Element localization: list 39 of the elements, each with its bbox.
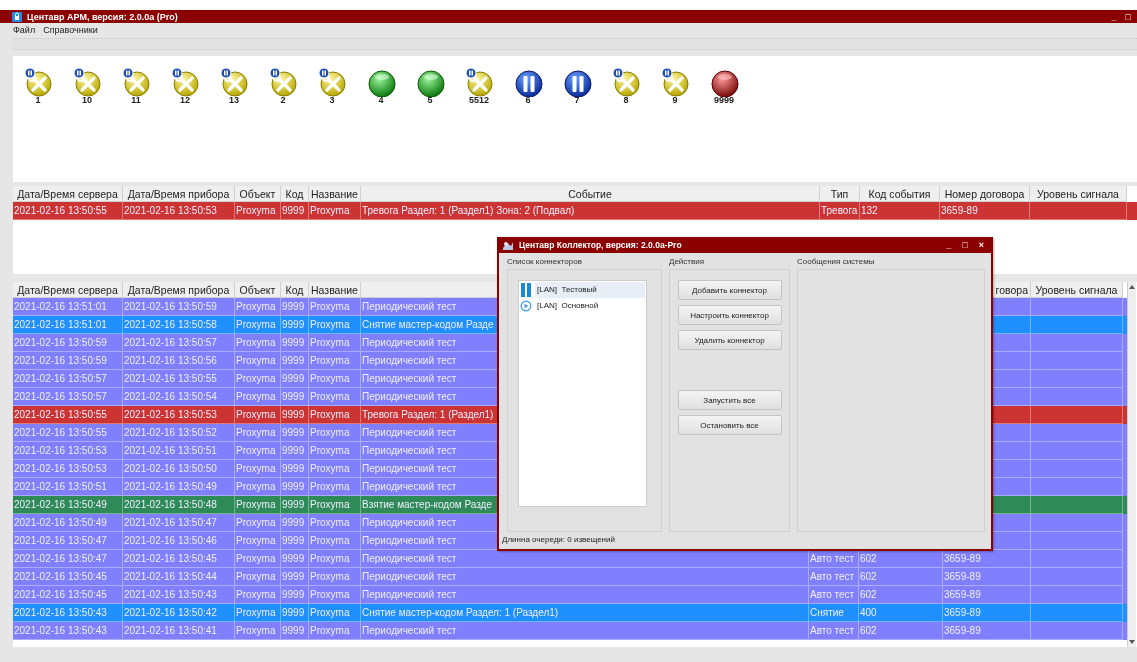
device-label: 10 [82, 95, 92, 105]
window-title: Центавр Коллектор, версия: 2.0.0a-Pro [519, 240, 683, 250]
table-cell: Тревога [820, 202, 860, 220]
table-cell: 2021-02-16 13:50:55 [13, 202, 123, 220]
device-label: 13 [229, 95, 239, 105]
table-cell: 3659-89 [943, 622, 1031, 640]
device-label: 2 [280, 95, 286, 105]
table-cell: Авто тест [809, 622, 859, 640]
device-label: 9 [672, 95, 678, 105]
table-cell: Proxyma [309, 202, 361, 220]
window-title: Центавр АРМ, версия: 2.0.0a (Pro) [27, 11, 179, 22]
table-cell: 2021-02-16 13:50:43 [13, 622, 123, 640]
table-cell: Proxyma [309, 622, 361, 640]
table-cell: 2021-02-16 13:50:53 [123, 202, 235, 220]
device-label: 12 [180, 95, 190, 105]
group-label: Действия [669, 257, 706, 268]
status-text: Длинна очереди: 0 извещений [501, 534, 616, 546]
table-cell: Proxyma [235, 202, 281, 220]
table-cell: Тревога Раздел: 1 (Раздел1) Зона: 2 (Подвал) [361, 202, 820, 220]
group-label: Список коннекторов [507, 257, 583, 268]
table-cell: Proxyma [235, 622, 281, 640]
table-cell: 602 [859, 622, 943, 640]
table-cell: 3659-89 [940, 202, 1030, 220]
device-label: 5512 [469, 95, 489, 105]
device-label: 4 [378, 95, 384, 105]
device-label: 8 [623, 95, 629, 105]
table-cell: 9999 [281, 202, 309, 220]
table-cell: 9999 [281, 622, 309, 640]
device-label: 7 [574, 95, 580, 105]
group-label: Сообщения системы [797, 257, 876, 268]
device-label: 9999 [714, 95, 734, 105]
device-label: 5 [427, 95, 433, 105]
device-label: 11 [131, 95, 141, 105]
table-cell: 132 [860, 202, 940, 220]
table-cell: 2021-02-16 13:50:41 [123, 622, 235, 640]
table-cell: Периодический тест [361, 622, 809, 640]
device-label: 1 [35, 95, 41, 105]
device-label: 3 [329, 95, 335, 105]
device-label: 6 [525, 95, 531, 105]
